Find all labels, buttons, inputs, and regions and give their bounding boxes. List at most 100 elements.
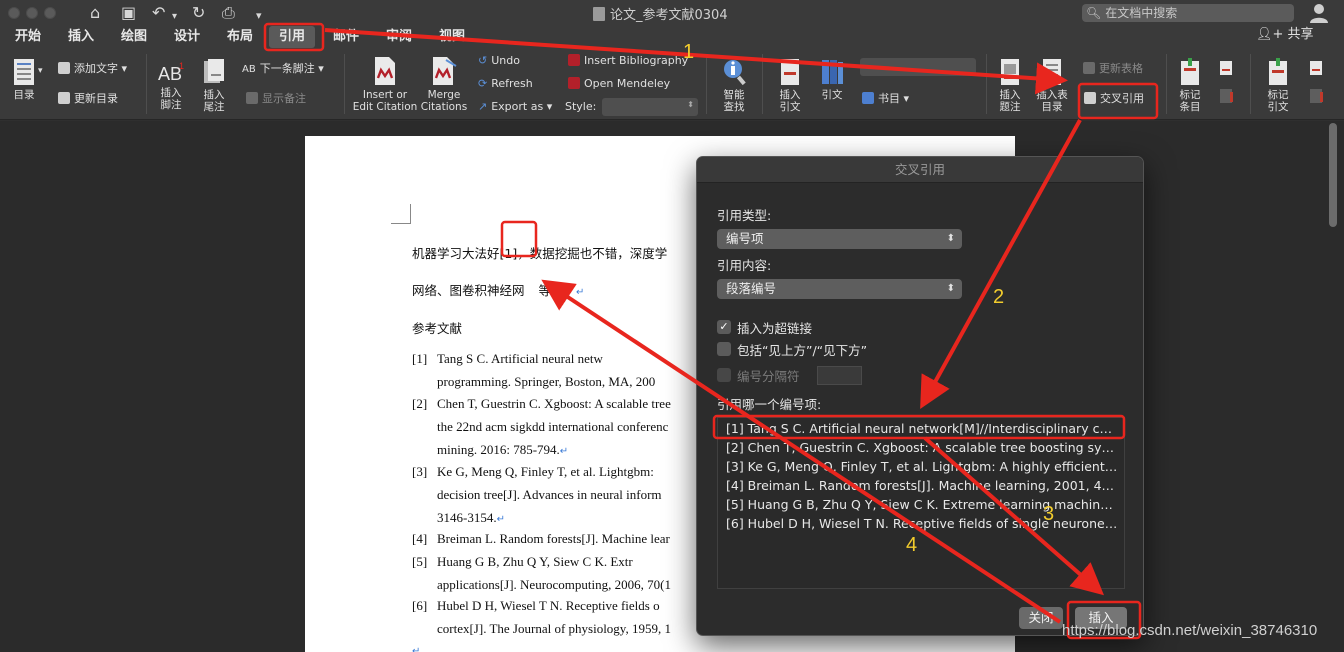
reference-line[interactable]: decision tree[J]. Advances in neural inf… <box>437 487 662 503</box>
close-button[interactable]: 关闭 <box>1019 607 1063 629</box>
update-authorities-icon[interactable] <box>1308 88 1324 104</box>
tab-layout[interactable]: 布局 <box>227 26 253 48</box>
mendeley-undo-button[interactable]: ↺ Undo <box>478 54 520 68</box>
insert-endnote-label: 插入 尾注 <box>203 89 225 113</box>
tab-design[interactable]: 设计 <box>174 26 200 48</box>
toc-dropdown-icon[interactable]: ▾ <box>38 64 43 78</box>
reference-line[interactable]: cortex[J]. The Journal of physiology, 19… <box>437 621 671 637</box>
ribbon-tab-bar: 开始 插入 绘图 设计 布局 引用 邮件 审阅 视图 👤︎+ 共享 <box>0 26 1344 48</box>
update-index-icon[interactable] <box>1218 88 1234 104</box>
reference-type-value: 编号项 <box>726 231 764 246</box>
next-footnote-button[interactable]: AB 下一条脚注 ▾ <box>242 62 324 77</box>
reference-line[interactable]: Hubel D H, Wiesel T N. Receptive fields … <box>437 598 660 614</box>
include-above-below-checkbox[interactable] <box>717 342 731 356</box>
dialog-title: 交叉引用 <box>697 157 1143 183</box>
vertical-scrollbar[interactable] <box>1329 123 1337 227</box>
reference-line[interactable]: programming. Springer, Boston, MA, 200 <box>437 374 655 390</box>
insert-table-of-figures-button[interactable]: 插入表 目录 <box>1032 58 1072 113</box>
mark-citation-button[interactable]: 标记 引文 <box>1258 58 1298 113</box>
reference-line[interactable]: Ke G, Meng Q, Finley T, et al. Lightgbm: <box>437 464 654 480</box>
redo-icon[interactable]: ↻ <box>192 3 205 23</box>
list-item[interactable]: [1] Tang S C. Artificial neural network[… <box>726 420 1118 438</box>
tab-mailings[interactable]: 邮件 <box>333 26 359 48</box>
insert-hyperlink-checkbox[interactable]: ✓ <box>717 320 731 334</box>
body-paragraph-2-text-a: 网络、图卷积神经网 <box>412 283 525 298</box>
reference-line[interactable]: Chen T, Guestrin C. Xgboost: A scalable … <box>437 396 671 412</box>
undo-icon[interactable]: ↶ <box>152 3 165 23</box>
mendeley-refresh-button[interactable]: ⟳ Refresh <box>478 77 533 91</box>
watermark-text: https://blog.csdn.net/weixin_38746310 <box>1062 622 1318 639</box>
number-separator-checkbox[interactable] <box>717 368 731 382</box>
search-input[interactable]: 🔍︎ 在文档中搜索 <box>1082 4 1294 22</box>
customize-toolbar-icon[interactable]: ▾ <box>256 6 262 26</box>
list-item[interactable]: [3] Ke G, Meng Q, Finley T, et al. Light… <box>726 458 1118 476</box>
merge-citations-button[interactable]: Merge Citations <box>418 56 470 113</box>
cross-reference-button[interactable]: 交叉引用 <box>1084 92 1144 106</box>
save-icon[interactable]: ▣ <box>121 3 136 23</box>
insert-citation-icon <box>781 59 799 85</box>
reference-type-label: 引用类型: <box>717 208 772 223</box>
tab-references[interactable]: 引用 <box>269 26 316 48</box>
reference-type-select[interactable]: 编号项 ⬍ <box>717 229 962 249</box>
toc-button[interactable]: 目录 <box>6 58 42 101</box>
list-item[interactable]: [6] Hubel D H, Wiesel T N. Receptive fie… <box>726 515 1118 533</box>
home-icon[interactable]: ⌂ <box>90 3 100 23</box>
insert-caption-button[interactable]: 插入 题注 <box>992 58 1028 113</box>
reference-line[interactable]: Tang S C. Artificial neural netw <box>437 351 603 367</box>
insert-authorities-icon[interactable] <box>1308 60 1324 76</box>
references-heading[interactable]: 参考文献 <box>412 321 462 337</box>
tab-review[interactable]: 审阅 <box>386 26 412 48</box>
reference-content-select[interactable]: 段落编号 ⬍ <box>717 279 962 299</box>
list-item[interactable]: [2] Chen T, Guestrin C. Xgboost: A scala… <box>726 439 1118 457</box>
print-icon[interactable]: ⎙ <box>222 3 235 23</box>
citation-button[interactable]: 引文 <box>814 58 850 101</box>
export-as-label: Export as <box>491 100 544 113</box>
insert-endnote-button[interactable]: 插入 尾注 <box>196 58 232 113</box>
tab-home[interactable]: 开始 <box>15 26 41 48</box>
cross-reference-dialog: 交叉引用 引用类型: 编号项 ⬍ 引用内容: 段落编号 ⬍ ✓ 插入为超链接 包… <box>696 156 1144 636</box>
reference-line[interactable]: applications[J]. Neurocomputing, 2006, 7… <box>437 577 671 593</box>
minimize-window-button[interactable] <box>26 7 38 19</box>
style-label: Style: <box>565 100 597 113</box>
reference-line[interactable]: the 22nd acm sigkdd international confer… <box>437 419 668 435</box>
reference-line[interactable]: Huang G B, Zhu Q Y, Siew C K. Extr <box>437 554 633 570</box>
bibliography-button[interactable]: 书目 ▾ <box>862 92 909 106</box>
undo-dropdown-icon[interactable]: ▾ <box>172 7 177 27</box>
list-item[interactable]: [5] Huang G B, Zhu Q Y, Siew C K. Extrem… <box>726 496 1118 514</box>
mendeley-export-button[interactable]: ↗ Export as ▾ <box>478 100 552 114</box>
toc-label: 目录 <box>13 89 35 101</box>
insert-citation-cn-button[interactable]: 插入 引文 <box>772 58 808 113</box>
update-table-button[interactable]: 更新表格 <box>1083 62 1143 76</box>
reference-line[interactable]: Breiman L. Random forests[J]. Machine le… <box>437 531 670 547</box>
mendeley-refresh-label: Refresh <box>491 77 533 90</box>
body-paragraph-2[interactable]: 网络、图卷积神经网 等等。↵ <box>412 283 584 301</box>
mendeley-citation-icon <box>375 57 395 85</box>
reference-line[interactable]: mining. 2016: 785-794.↵ <box>437 442 568 460</box>
list-item[interactable]: [4] Breiman L. Random forests[J]. Machin… <box>726 477 1118 495</box>
number-separator-field[interactable] <box>817 366 862 385</box>
tab-draw[interactable]: 绘图 <box>121 26 147 48</box>
share-button[interactable]: 👤︎+ 共享 <box>1256 26 1314 44</box>
close-window-button[interactable] <box>8 7 20 19</box>
insert-edit-citation-button[interactable]: Insert or Edit Citation <box>350 56 420 113</box>
export-icon: ↗ <box>478 100 488 113</box>
zoom-window-button[interactable] <box>44 7 56 19</box>
open-mendeley-button[interactable]: Open Mendeley <box>568 77 670 91</box>
user-icon[interactable] <box>1308 2 1330 24</box>
numbered-items-list[interactable]: [1] Tang S C. Artificial neural network[… <box>717 417 1125 589</box>
show-notes-button[interactable]: 显示备注 <box>246 92 306 106</box>
tab-insert[interactable]: 插入 <box>68 26 94 48</box>
body-paragraph-1[interactable]: 机器学习大法好[1]，数据挖掘也不错，深度学 <box>412 246 667 262</box>
tab-view[interactable]: 视图 <box>439 26 465 48</box>
mark-entry-button[interactable]: 标记 条目 <box>1172 58 1208 113</box>
reference-line[interactable]: 3146-3154.↵ <box>437 510 505 528</box>
smart-lookup-button[interactable]: 智能 查找 <box>716 58 752 113</box>
insert-index-icon[interactable] <box>1218 60 1234 76</box>
insert-bibliography-button[interactable]: Insert Bibliography <box>568 54 688 68</box>
citation-style-select[interactable] <box>860 58 976 76</box>
add-text-button[interactable]: 添加文字 ▾ <box>58 62 127 76</box>
style-select[interactable]: ⬍ <box>602 98 698 116</box>
insert-footnote-button[interactable]: AB 1 插入 脚注 <box>153 60 189 111</box>
add-text-icon <box>58 62 70 74</box>
update-toc-button[interactable]: 更新目录 <box>58 92 118 106</box>
